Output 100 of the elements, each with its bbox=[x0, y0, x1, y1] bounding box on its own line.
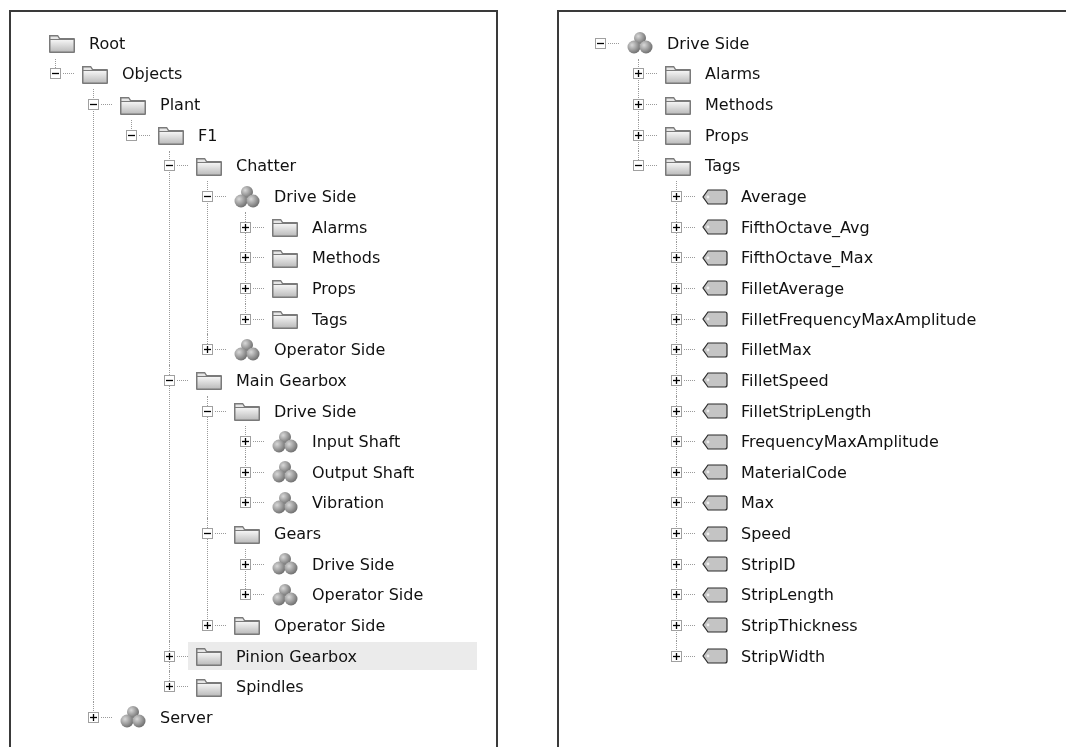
tree-item[interactable]: Operator Side bbox=[226, 611, 477, 640]
expand-button[interactable] bbox=[240, 282, 251, 294]
expand-button[interactable] bbox=[240, 558, 251, 570]
tree-item[interactable]: Main Gearbox bbox=[188, 366, 477, 395]
collapse-button[interactable] bbox=[50, 68, 61, 80]
folder-icon bbox=[270, 216, 300, 239]
expand-button[interactable] bbox=[671, 191, 682, 202]
tree-item[interactable]: Speed bbox=[695, 519, 1047, 548]
expand-button[interactable] bbox=[671, 282, 682, 294]
plus-icon bbox=[634, 130, 643, 140]
tree-item[interactable]: StripWidth bbox=[695, 641, 1047, 671]
tree-item[interactable]: Methods bbox=[657, 90, 1047, 119]
tree-item[interactable]: Tags bbox=[264, 304, 477, 334]
expand-button[interactable] bbox=[240, 589, 251, 601]
plus-icon bbox=[672, 253, 681, 263]
expand-button[interactable] bbox=[240, 436, 251, 448]
expand-button[interactable] bbox=[671, 374, 682, 386]
tree-item[interactable]: Vibration bbox=[264, 488, 477, 518]
tree-item[interactable]: FilletSpeed bbox=[695, 366, 1047, 395]
tree-item[interactable]: FrequencyMaxAmplitude bbox=[695, 427, 1047, 456]
tag-icon bbox=[701, 463, 729, 482]
expand-button[interactable] bbox=[671, 466, 682, 478]
plus-icon bbox=[672, 192, 681, 201]
tree-item[interactable]: FilletAverage bbox=[695, 274, 1047, 303]
tree-item[interactable]: F1 bbox=[150, 120, 477, 150]
expand-button[interactable] bbox=[240, 252, 251, 264]
expand-button[interactable] bbox=[671, 650, 682, 662]
tree-item[interactable]: Props bbox=[264, 274, 477, 303]
expand-button[interactable] bbox=[633, 129, 644, 141]
expand-button[interactable] bbox=[202, 344, 213, 356]
spheres-icon bbox=[270, 490, 300, 515]
tree-item[interactable]: Operator Side bbox=[226, 335, 477, 365]
expand-button[interactable] bbox=[240, 221, 251, 233]
collapse-button[interactable] bbox=[202, 405, 213, 417]
expand-button[interactable] bbox=[164, 681, 175, 693]
tree-item[interactable]: Average bbox=[695, 182, 1047, 211]
tree-item[interactable]: Max bbox=[695, 488, 1047, 518]
tree-item[interactable]: FilletStripLength bbox=[695, 396, 1047, 426]
tree-item[interactable]: Root bbox=[41, 29, 477, 58]
tree-item[interactable]: Drive Side bbox=[226, 182, 477, 211]
expand-button[interactable] bbox=[671, 344, 682, 356]
tree-item[interactable]: Gears bbox=[226, 519, 477, 548]
tree-item[interactable]: Input Shaft bbox=[264, 427, 477, 456]
expand-button[interactable] bbox=[240, 313, 251, 325]
tree-item[interactable]: StripThickness bbox=[695, 611, 1047, 640]
expand-button[interactable] bbox=[671, 252, 682, 264]
plus-icon bbox=[672, 314, 681, 324]
tree-item[interactable]: MaterialCode bbox=[695, 457, 1047, 487]
collapse-button[interactable] bbox=[88, 99, 99, 111]
expand-button[interactable] bbox=[671, 497, 682, 509]
tag-icon bbox=[701, 218, 729, 237]
tree-item[interactable]: Plant bbox=[112, 90, 477, 119]
collapse-button[interactable] bbox=[164, 374, 175, 386]
collapse-button[interactable] bbox=[595, 37, 606, 49]
collapse-button[interactable] bbox=[202, 528, 213, 540]
tag-icon bbox=[701, 340, 729, 359]
expand-button[interactable] bbox=[671, 405, 682, 417]
collapse-button[interactable] bbox=[164, 160, 175, 172]
expand-button[interactable] bbox=[88, 711, 99, 723]
tree-item[interactable]: Alarms bbox=[657, 59, 1047, 89]
spheres-icon bbox=[118, 705, 148, 730]
expand-button[interactable] bbox=[240, 466, 251, 478]
collapse-button[interactable] bbox=[633, 160, 644, 172]
tree-item[interactable]: FifthOctave_Avg bbox=[695, 212, 1047, 242]
tree-item[interactable]: Alarms bbox=[264, 212, 477, 242]
collapse-button[interactable] bbox=[126, 129, 137, 141]
expand-button[interactable] bbox=[671, 528, 682, 540]
tree-item[interactable]: Operator Side bbox=[264, 580, 477, 610]
collapse-button[interactable] bbox=[202, 191, 213, 202]
tag-icon bbox=[701, 279, 729, 298]
tag-icon bbox=[701, 371, 729, 390]
expand-button[interactable] bbox=[633, 68, 644, 80]
expand-button[interactable] bbox=[164, 650, 175, 662]
tree-item[interactable]: Drive Side bbox=[226, 396, 477, 426]
tree-item[interactable]: StripLength bbox=[695, 580, 1047, 610]
tree-item[interactable]: Objects bbox=[74, 59, 477, 89]
tree-item[interactable]: Pinion Gearbox bbox=[188, 641, 477, 671]
tree-item[interactable]: StripID bbox=[695, 549, 1047, 579]
tree-item[interactable]: Methods bbox=[264, 243, 477, 273]
expand-button[interactable] bbox=[240, 497, 251, 509]
tree-item[interactable]: FilletFrequencyMaxAmplitude bbox=[695, 304, 1047, 334]
tree-item[interactable]: Chatter bbox=[188, 151, 477, 181]
tree-item[interactable]: Tags bbox=[657, 151, 1047, 181]
expand-button[interactable] bbox=[671, 558, 682, 570]
tree-item[interactable]: Drive Side bbox=[619, 29, 1047, 58]
expand-button[interactable] bbox=[671, 589, 682, 601]
expand-button[interactable] bbox=[671, 436, 682, 448]
tag-icon bbox=[701, 310, 729, 329]
expand-button[interactable] bbox=[671, 620, 682, 631]
tree-item[interactable]: Server bbox=[112, 703, 477, 732]
expand-button[interactable] bbox=[633, 99, 644, 111]
expand-button[interactable] bbox=[671, 313, 682, 325]
tree-item[interactable]: Output Shaft bbox=[264, 457, 477, 487]
tree-item[interactable]: FifthOctave_Max bbox=[695, 243, 1047, 273]
expand-button[interactable] bbox=[671, 221, 682, 233]
expand-button[interactable] bbox=[202, 620, 213, 631]
tree-item[interactable]: Props bbox=[657, 120, 1047, 150]
tree-item[interactable]: Spindles bbox=[188, 672, 477, 702]
tree-item[interactable]: FilletMax bbox=[695, 335, 1047, 365]
tree-item[interactable]: Drive Side bbox=[264, 549, 477, 579]
